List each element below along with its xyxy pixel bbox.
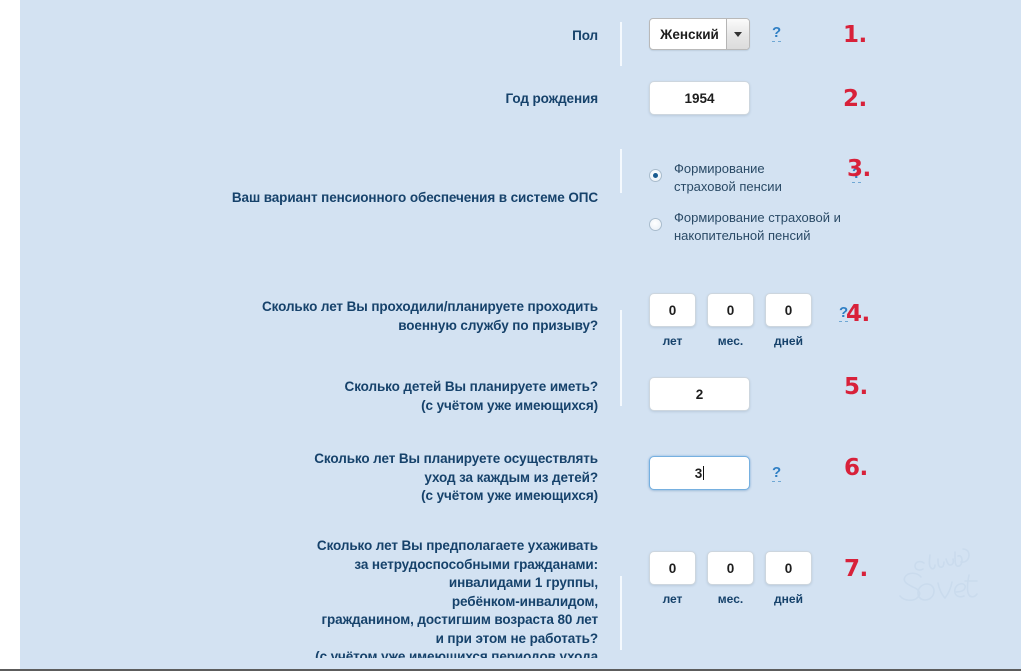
radio-option-insurance[interactable]: Формирование страховой пенсии — [649, 160, 844, 196]
military-service-months-cell: 0 мес. — [707, 293, 754, 348]
form-canvas: Пол Женский ? 1. Год рождения 1954 2. Ва… — [20, 0, 1021, 669]
gender-select[interactable]: Женский — [649, 18, 750, 50]
disabled-care-years-value: 0 — [668, 560, 677, 576]
military-service-months-value: 0 — [726, 302, 735, 318]
disabled-care-field-group: 0 лет 0 мес. 0 дней — [649, 533, 812, 606]
pension-option-field-group: Формирование страховой пенсии Формирован… — [649, 158, 844, 245]
disabled-care-label-line-5: гражданином, достигшим возраста 80 лет — [321, 612, 599, 627]
disabled-care-label-line-3: инвалидами 1 группы, — [448, 575, 598, 590]
disabled-care-label: Сколько лет Вы предполагаете ухаживать з… — [20, 533, 620, 658]
children-count-label-line-2: (с учётом уже имеющихся) — [421, 397, 598, 413]
text-cursor — [703, 466, 705, 480]
childcare-years-label: Сколько лет Вы планируете осуществлять у… — [20, 446, 620, 506]
disabled-care-days-cell: 0 дней — [765, 551, 812, 606]
gender-field-group: Женский ? — [649, 18, 782, 50]
childcare-years-label-line-1: Сколько лет Вы планируете осуществлять — [314, 451, 598, 466]
military-service-label-line-2: военную службу по призыву? — [398, 317, 598, 333]
military-service-duration-group: 0 лет 0 мес. 0 дней — [649, 293, 812, 348]
disabled-care-days-value: 0 — [784, 560, 793, 576]
form-row-gender: Пол Женский ? — [20, 18, 1021, 66]
step-number-5: 5. — [844, 374, 868, 400]
form-row-disabled-care: Сколько лет Вы предполагаете ухаживать з… — [20, 533, 1021, 658]
disabled-care-duration-group: 0 лет 0 мес. 0 дней — [649, 551, 812, 606]
chevron-down-icon[interactable] — [726, 19, 749, 49]
military-service-months-input[interactable]: 0 — [707, 293, 754, 327]
children-count-field-group: 2 — [649, 374, 750, 411]
military-service-years-cell: 0 лет — [649, 293, 696, 348]
disabled-care-label-line-1: Сколько лет Вы предполагаете ухаживать — [316, 538, 598, 553]
step-number-6: 6. — [844, 455, 868, 481]
gender-label: Пол — [572, 28, 598, 43]
childcare-years-label-line-3: (с учётом уже имеющихся) — [421, 488, 598, 503]
childcare-years-help-icon[interactable]: ? — [772, 465, 782, 482]
birth-year-value: 1954 — [684, 90, 715, 106]
childcare-years-value: 3 — [694, 465, 703, 481]
childcare-years-input[interactable]: 3 — [649, 456, 750, 490]
step-number-3: 3. — [847, 156, 871, 182]
form-row-birth-year: Год рождения 1954 — [20, 81, 1021, 193]
form-row-pension-option: Ваш вариант пенсионного обеспечения в си… — [20, 158, 1021, 406]
military-service-years-value: 0 — [668, 302, 677, 318]
disabled-care-months-unit: мес. — [717, 592, 744, 606]
birth-year-label: Год рождения — [505, 91, 599, 106]
form-row-childcare-years: Сколько лет Вы планируете осуществлять у… — [20, 446, 1021, 506]
military-service-field-group: 0 лет 0 мес. 0 дней — [649, 293, 812, 348]
screenshot-root: Пол Женский ? 1. Год рождения 1954 2. Ва… — [0, 0, 1021, 671]
row-divider — [620, 22, 622, 66]
form-row-children-count: Сколько детей Вы планируете иметь? (с уч… — [20, 374, 1021, 415]
step-number-7: 7. — [844, 556, 868, 582]
military-service-years-unit: лет — [662, 334, 683, 348]
childcare-years-label-line-2: уход за каждым из детей? — [424, 469, 598, 485]
gender-help-icon[interactable]: ? — [772, 25, 782, 42]
disabled-care-months-value: 0 — [726, 560, 735, 576]
military-service-label: Сколько лет Вы проходили/планируете прох… — [20, 293, 620, 335]
military-service-years-input[interactable]: 0 — [649, 293, 696, 327]
disabled-care-days-input[interactable]: 0 — [765, 551, 812, 585]
pension-option-radio-group: Формирование страховой пенсии Формирован… — [649, 158, 844, 245]
disabled-care-months-cell: 0 мес. — [707, 551, 754, 606]
radio-option-insurance-label: Формирование страховой пенсии — [674, 161, 782, 194]
birth-year-field-group: 1954 — [649, 81, 750, 115]
military-service-days-unit: дней — [774, 334, 803, 348]
step-number-4: 4. — [846, 301, 870, 327]
disabled-care-years-cell: 0 лет — [649, 551, 696, 606]
military-service-months-unit: мес. — [717, 334, 744, 348]
military-service-days-input[interactable]: 0 — [765, 293, 812, 327]
disabled-care-label-line-2: за нетрудоспособными гражданами: — [354, 556, 598, 572]
birth-year-input[interactable]: 1954 — [649, 81, 750, 115]
military-service-days-value: 0 — [784, 302, 793, 318]
radio-option-insurance-funded[interactable]: Формирование страховой и накопительной п… — [649, 209, 844, 245]
children-count-label-line-1: Сколько детей Вы планируете иметь? — [344, 379, 599, 394]
disabled-care-label-line-6: и при этом не работать? — [435, 630, 599, 646]
disabled-care-years-input[interactable]: 0 — [649, 551, 696, 585]
gender-select-value: Женский — [660, 26, 719, 42]
radio-selected-icon[interactable] — [649, 169, 662, 182]
children-count-input[interactable]: 2 — [649, 377, 750, 411]
radio-unselected-icon[interactable] — [649, 218, 662, 231]
disabled-care-label-line-7: (с учётом уже имеющихся периодов ухода — [315, 649, 598, 658]
disabled-care-label-line-4: ребёнком-инвалидом, — [451, 593, 598, 609]
pension-option-label: Ваш вариант пенсионного обеспечения в си… — [231, 190, 598, 205]
disabled-care-years-unit: лет — [662, 592, 683, 606]
childcare-years-field-group: 3 ? — [649, 446, 782, 490]
radio-option-insurance-funded-label: Формирование страховой и накопительной п… — [674, 210, 841, 243]
step-number-1: 1. — [843, 22, 867, 48]
form-row-military-service: Сколько лет Вы проходили/планируете прох… — [20, 293, 1021, 650]
military-service-label-line-1: Сколько лет Вы проходили/планируете прох… — [262, 299, 598, 314]
children-count-label: Сколько детей Вы планируете иметь? (с уч… — [20, 374, 620, 415]
military-service-days-cell: 0 дней — [765, 293, 812, 348]
step-number-2: 2. — [843, 86, 867, 112]
children-count-value: 2 — [695, 386, 704, 402]
disabled-care-months-input[interactable]: 0 — [707, 551, 754, 585]
disabled-care-days-unit: дней — [774, 592, 803, 606]
